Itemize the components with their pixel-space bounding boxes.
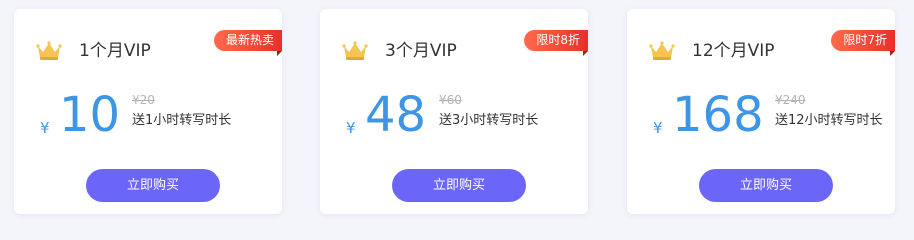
plan-card-1-month[interactable]: 1个月VIP 最新热卖 ¥ 10 ¥20 送1小时转写时长 立即购买: [14, 9, 282, 214]
original-price: ¥240: [775, 93, 806, 107]
original-price: ¥20: [132, 93, 155, 107]
plan-title: 12个月VIP: [692, 41, 775, 61]
currency-symbol: ¥: [653, 119, 663, 137]
buy-now-button[interactable]: 立即购买: [86, 169, 220, 202]
promo-badge: 限时8折: [524, 30, 588, 51]
crown-icon: [36, 41, 62, 60]
vip-plans: 1个月VIP 最新热卖 ¥ 10 ¥20 送1小时转写时长 立即购买 3个月VI…: [0, 0, 914, 226]
plan-price: 10: [59, 87, 121, 143]
promo-badge: 最新热卖: [213, 30, 282, 51]
plan-price: 48: [365, 87, 427, 143]
bonus-description: 送3小时转写时长: [439, 113, 539, 128]
badge-ribbon-fold: [277, 51, 282, 56]
currency-symbol: ¥: [40, 119, 50, 137]
bonus-description: 送1小时转写时长: [132, 113, 232, 128]
plan-title: 3个月VIP: [385, 41, 457, 61]
plan-card-3-month[interactable]: 3个月VIP 限时8折 ¥ 48 ¥60 送3小时转写时长 立即购买: [320, 9, 588, 214]
buy-now-button[interactable]: 立即购买: [392, 169, 526, 202]
bonus-description: 送12小时转写时长: [775, 113, 883, 128]
currency-symbol: ¥: [346, 119, 356, 137]
plan-title: 1个月VIP: [79, 41, 151, 61]
badge-ribbon-fold: [583, 51, 588, 56]
badge-ribbon-fold: [890, 51, 895, 56]
promo-badge: 限时7折: [831, 30, 895, 51]
plan-price: 168: [672, 87, 764, 143]
original-price: ¥60: [439, 93, 462, 107]
buy-now-button[interactable]: 立即购买: [699, 169, 833, 202]
crown-icon: [342, 41, 368, 60]
plan-card-12-month[interactable]: 12个月VIP 限时7折 ¥ 168 ¥240 送12小时转写时长 立即购买: [627, 9, 895, 214]
crown-icon: [649, 41, 675, 60]
